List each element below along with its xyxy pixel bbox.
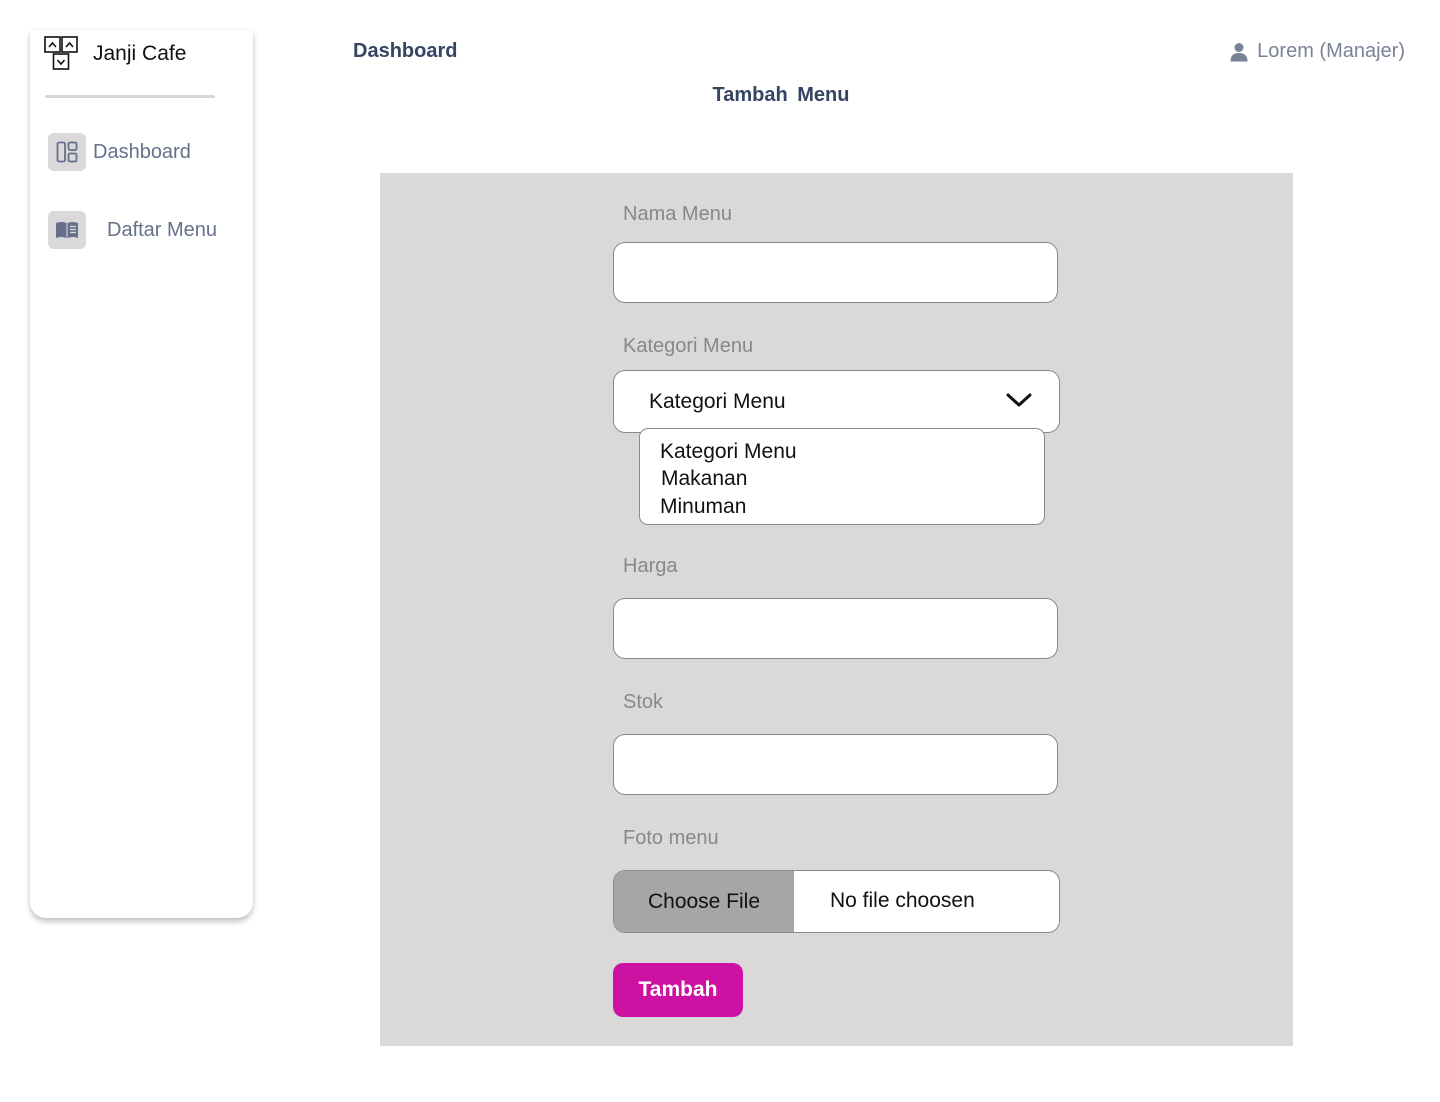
sidebar: Janji Cafe Dashboard Daftar Menu: [30, 30, 253, 918]
nama-menu-input[interactable]: [613, 242, 1058, 303]
kategori-menu-select[interactable]: Kategori Menu: [613, 370, 1060, 433]
book-menu-icon: [48, 211, 86, 249]
cafe-logo-icon: [44, 36, 80, 72]
sidebar-item-daftar-menu[interactable]: Daftar Menu: [48, 211, 217, 249]
stok-label: Stok: [623, 691, 664, 713]
sidebar-item-label: Dashboard: [93, 140, 191, 163]
foto-menu-file-input: Choose File No file choosen: [613, 870, 1060, 933]
brand-name: Janji Cafe: [93, 42, 187, 65]
kategori-option[interactable]: Kategori Menu: [660, 440, 797, 464]
kategori-option[interactable]: Minuman: [660, 495, 746, 519]
sidebar-item-dashboard[interactable]: Dashboard: [48, 133, 191, 171]
kategori-options-list: Kategori Menu Makanan Minuman: [639, 428, 1045, 525]
add-menu-form: Nama Menu Kategori Menu Kategori Menu Ka…: [380, 173, 1293, 1046]
harga-input[interactable]: [613, 598, 1058, 659]
stok-input[interactable]: [613, 734, 1058, 795]
user-menu[interactable]: Lorem (Manajer): [1230, 40, 1405, 63]
header-title: Dashboard: [353, 40, 458, 62]
choose-file-button[interactable]: Choose File: [614, 871, 794, 932]
harga-label: Harga: [623, 555, 678, 577]
brand[interactable]: Janji Cafe: [44, 36, 186, 72]
dashboard-layout-icon: [48, 133, 86, 171]
sidebar-item-label: Daftar Menu: [107, 218, 218, 241]
kategori-menu-label: Kategori Menu: [623, 335, 754, 357]
tambah-button[interactable]: Tambah: [613, 963, 743, 1017]
user-icon: [1230, 42, 1248, 61]
nama-menu-label: Nama Menu: [623, 203, 732, 225]
kategori-option[interactable]: Makanan: [661, 467, 747, 491]
page-title: Tambah Menu: [712, 84, 850, 106]
chevron-down-icon: [1006, 391, 1032, 414]
foto-menu-label: Foto menu: [623, 827, 719, 849]
kategori-selected-value: Kategori Menu: [649, 389, 786, 413]
user-label: Lorem (Manajer): [1257, 40, 1405, 62]
file-status-text: No file choosen: [830, 889, 975, 912]
